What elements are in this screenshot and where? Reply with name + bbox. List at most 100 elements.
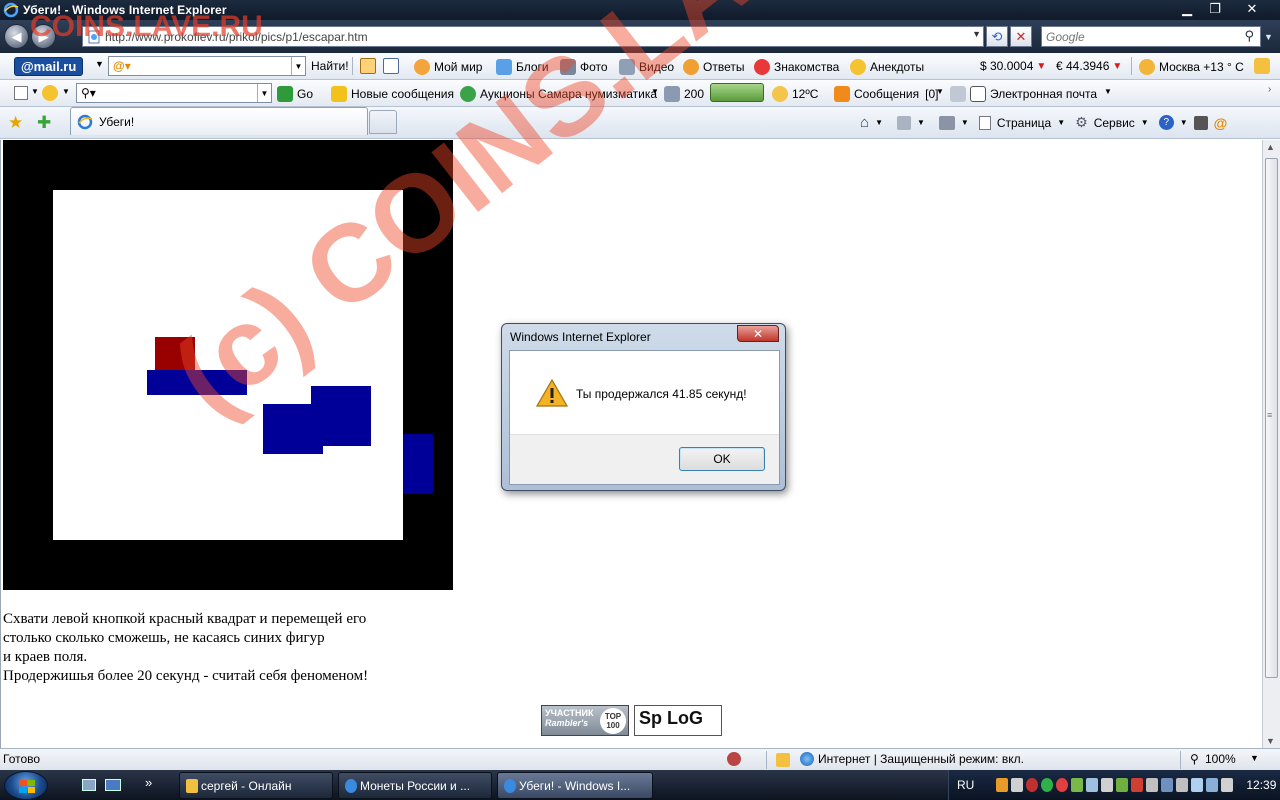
- tray-update-icon[interactable]: [1116, 778, 1129, 792]
- tray-device-icon[interactable]: [1086, 778, 1099, 792]
- toolbar-link-my-world[interactable]: Мой мир: [414, 59, 482, 75]
- printer-icon[interactable]: [938, 115, 955, 130]
- search-input[interactable]: [1046, 29, 1236, 44]
- splog-badge[interactable]: Sp LoG: [634, 705, 722, 736]
- toolbar-link-answers[interactable]: Ответы: [683, 59, 744, 75]
- language-indicator[interactable]: RU: [957, 778, 974, 792]
- toolbar-link-video[interactable]: Видео: [619, 59, 674, 75]
- auctions-link[interactable]: Аукционы Самара нумизматика: [460, 86, 657, 102]
- weather-widget[interactable]: Москва +13 ° C: [1139, 59, 1244, 75]
- speaker-icon[interactable]: [1221, 778, 1234, 792]
- tray-media-icon[interactable]: [1131, 778, 1144, 792]
- popup-blocker-icon[interactable]: [727, 752, 741, 766]
- start-button[interactable]: [4, 771, 48, 800]
- chevron-down-icon[interactable]: ▼: [62, 87, 70, 96]
- chevron-down-icon[interactable]: ▼: [291, 57, 305, 75]
- messages-link[interactable]: Сообщения [0]: [834, 86, 938, 102]
- mailru-logo[interactable]: @mail.ru: [14, 57, 84, 76]
- quick-launch-more[interactable]: »: [145, 775, 152, 790]
- address-input[interactable]: http://www.prokofiev.ru/prikol/pics/p1/e…: [82, 26, 984, 47]
- go-button[interactable]: Go: [277, 86, 313, 102]
- chevron-down-icon[interactable]: ▼: [875, 118, 883, 127]
- tray-app-icon[interactable]: [996, 778, 1009, 792]
- smiley-icon[interactable]: [42, 85, 58, 101]
- forward-button[interactable]: ▶: [31, 24, 56, 49]
- chevron-down-icon[interactable]: ▼: [972, 29, 981, 39]
- magnifier-icon[interactable]: [383, 58, 399, 74]
- red-square[interactable]: [155, 337, 195, 370]
- chevron-down-icon[interactable]: ▼: [917, 118, 925, 127]
- mailru-at-icon[interactable]: @: [1214, 115, 1228, 131]
- tray-battery-icon[interactable]: [1191, 778, 1204, 792]
- search-icon[interactable]: ⚲: [1244, 28, 1254, 44]
- pencil-icon[interactable]: [360, 58, 376, 74]
- tray-icq-icon[interactable]: [1041, 778, 1054, 792]
- maximize-button[interactable]: ❐: [1202, 0, 1228, 17]
- home-icon[interactable]: ⌂: [860, 114, 869, 131]
- weather-temp[interactable]: 12ºC: [772, 86, 818, 102]
- stop-button[interactable]: ✕: [1010, 26, 1032, 47]
- add-favorites-icon[interactable]: ✚: [37, 113, 51, 133]
- chevron-down-icon[interactable]: ▼: [651, 87, 659, 96]
- email-link[interactable]: Электронная почта: [950, 86, 1097, 102]
- help-icon[interactable]: ?: [1158, 115, 1174, 130]
- dialog-close-button[interactable]: ✕: [737, 325, 779, 342]
- chevron-down-icon[interactable]: ▼: [1141, 118, 1149, 127]
- tray-connection-icon[interactable]: [1206, 778, 1219, 792]
- toolbar-link-photo[interactable]: Фото: [560, 59, 608, 75]
- new-tab-button[interactable]: [369, 110, 397, 134]
- media-controls-icon[interactable]: [710, 83, 764, 102]
- chevron-down-icon[interactable]: ▼: [1104, 87, 1112, 96]
- taskbar-button-chat[interactable]: сергей - Онлайн: [179, 772, 333, 799]
- taskbar-button-coins[interactable]: Монеты России и ...: [338, 772, 492, 799]
- chevron-down-icon[interactable]: ▼: [1057, 118, 1065, 127]
- usd-rate[interactable]: $ 30.0004 ▼: [980, 59, 1046, 73]
- chevron-down-icon[interactable]: ▼: [1180, 118, 1188, 127]
- chevron-down-icon[interactable]: ▼: [1250, 753, 1259, 763]
- scroll-up-icon[interactable]: ▲: [1266, 142, 1275, 152]
- security-zone[interactable]: Интернет | Защищенный режим: вкл.: [818, 752, 1024, 766]
- eur-rate[interactable]: € 44.3946 ▼: [1056, 59, 1122, 73]
- tray-bluetooth-icon[interactable]: [1161, 778, 1174, 792]
- secondary-search-combo[interactable]: ⚲▾ ▼: [76, 83, 272, 103]
- refresh-button[interactable]: ⟲: [986, 26, 1008, 47]
- toolbar-extra-icon[interactable]: [1254, 58, 1270, 74]
- toolbar-link-blogs[interactable]: Блоги: [496, 59, 549, 75]
- back-button[interactable]: ◀: [4, 24, 29, 49]
- research-icon[interactable]: [1193, 115, 1208, 130]
- tools-menu[interactable]: Сервис: [1094, 116, 1135, 130]
- search-box[interactable]: ⚲: [1041, 26, 1261, 47]
- favorites-star-icon[interactable]: ★: [8, 113, 23, 133]
- tray-antivirus-icon[interactable]: [1056, 778, 1069, 792]
- tray-network-icon[interactable]: [1071, 778, 1084, 792]
- alert-dialog[interactable]: Windows Internet Explorer ✕ Ты продержал…: [501, 323, 786, 491]
- chevron-down-icon[interactable]: ▼: [31, 87, 39, 96]
- rss-feed-icon[interactable]: [896, 115, 911, 130]
- new-messages-link[interactable]: Новые сообщения: [331, 86, 454, 102]
- scroll-down-icon[interactable]: ▼: [1266, 736, 1275, 746]
- minimize-button[interactable]: ▁: [1174, 0, 1200, 17]
- tray-monitor-icon[interactable]: [1146, 778, 1159, 792]
- zoom-level[interactable]: 100%: [1205, 752, 1236, 766]
- ok-button[interactable]: OK: [679, 447, 765, 471]
- rambler-top100-badge[interactable]: УЧАСТНИК Rambler's TOP 100: [541, 705, 629, 736]
- tray-usb-icon[interactable]: [1176, 778, 1189, 792]
- tray-alert-icon[interactable]: [1026, 778, 1039, 792]
- chevron-down-icon[interactable]: ▼: [936, 87, 944, 96]
- find-button[interactable]: Найти!: [311, 59, 349, 73]
- show-desktop-icon[interactable]: [82, 779, 96, 791]
- search-options-chevron-icon[interactable]: ▼: [1264, 32, 1273, 42]
- taskbar-button-escape[interactable]: Убеги! - Windows I...: [497, 772, 653, 799]
- grid-icon[interactable]: [14, 86, 28, 100]
- page-menu[interactable]: Страница: [997, 116, 1051, 130]
- close-window-button[interactable]: ✕: [1230, 0, 1274, 17]
- chevron-right-icon[interactable]: ›: [1268, 84, 1271, 95]
- tray-tool-icon[interactable]: [1011, 778, 1024, 792]
- mailru-search-combo[interactable]: @▾ ▼: [108, 56, 306, 76]
- tray-printer-icon[interactable]: [1101, 778, 1114, 792]
- chevron-down-icon[interactable]: ▼: [95, 59, 104, 69]
- chevron-down-icon[interactable]: ▼: [257, 84, 271, 102]
- clock[interactable]: 12:39: [1246, 778, 1276, 792]
- switch-windows-icon[interactable]: [105, 779, 121, 791]
- vertical-scrollbar[interactable]: ▲ ≡ ▼: [1262, 140, 1280, 748]
